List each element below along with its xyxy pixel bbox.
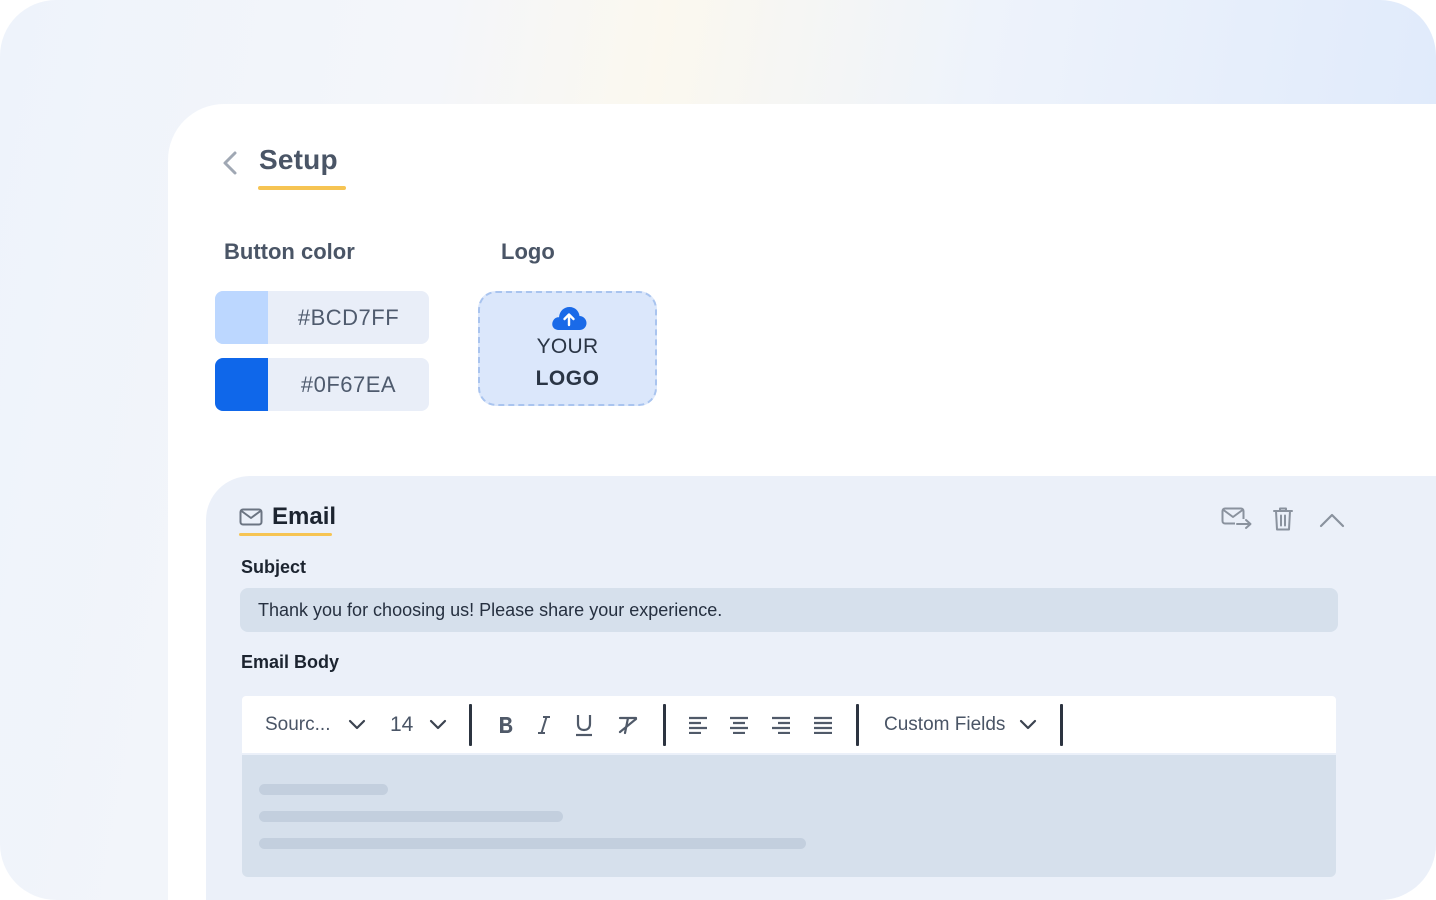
align-justify-icon <box>814 716 832 734</box>
logo-label: Logo <box>501 239 555 264</box>
email-body-editor[interactable] <box>242 755 1336 877</box>
color-preview-primary <box>215 358 268 411</box>
email-card: Email Subject Thank you for choosing us!… <box>206 476 1436 900</box>
logo-upload-dropzone[interactable]: YOUR LOGO <box>478 291 657 406</box>
trash-icon[interactable] <box>1272 506 1294 532</box>
content-placeholder-line <box>259 784 388 795</box>
toolbar-separator <box>469 704 472 746</box>
color-hex-primary: #0F67EA <box>300 371 397 397</box>
italic-icon <box>538 715 550 734</box>
italic-button[interactable] <box>534 696 554 753</box>
email-title: Email <box>272 503 337 530</box>
custom-fields-dropdown[interactable]: Custom Fields <box>884 696 1037 753</box>
cloud-upload-icon <box>552 307 587 330</box>
underline-button[interactable] <box>572 696 596 753</box>
align-left-button[interactable] <box>687 696 709 753</box>
button-color-label: Button color <box>224 239 355 264</box>
logo-placeholder-line1: YOUR <box>536 335 599 358</box>
app-background: Setup Button color #BCD7FF #0F67EA Logo … <box>0 0 1436 900</box>
align-center-icon <box>730 716 748 734</box>
color-swatch-primary[interactable]: #0F67EA <box>215 358 429 411</box>
chevron-down-icon <box>349 719 366 730</box>
email-title-underline <box>239 533 332 536</box>
custom-fields-label: Custom Fields <box>884 713 1006 735</box>
page-title: Setup <box>259 144 338 175</box>
content-placeholder-line <box>259 811 563 822</box>
align-right-icon <box>772 716 790 734</box>
title-underline <box>258 186 346 190</box>
chevron-down-icon <box>1020 719 1037 730</box>
font-family-dropdown[interactable]: Sourc... <box>265 696 366 753</box>
logo-placeholder-line2: LOGO <box>535 367 600 390</box>
envelope-icon <box>239 508 263 526</box>
align-right-button[interactable] <box>770 696 792 753</box>
font-size-dropdown[interactable]: 14 <box>390 696 447 753</box>
subject-input[interactable]: Thank you for choosing us! Please share … <box>240 588 1338 632</box>
chevron-up-icon[interactable] <box>1319 512 1345 528</box>
bold-button[interactable] <box>494 696 518 753</box>
font-family-value: Sourc... <box>265 713 331 735</box>
color-swatch-light[interactable]: #BCD7FF <box>215 291 429 344</box>
underline-icon <box>576 714 592 736</box>
subject-label: Subject <box>241 557 307 577</box>
bold-icon <box>500 716 513 733</box>
align-center-button[interactable] <box>728 696 750 753</box>
align-justify-button[interactable] <box>812 696 834 753</box>
font-size-value: 14 <box>390 712 414 736</box>
chevron-left-icon <box>223 151 237 175</box>
back-button[interactable] <box>220 150 242 176</box>
color-preview-light <box>215 291 268 344</box>
toolbar-separator <box>1060 704 1063 746</box>
align-left-icon <box>689 716 707 734</box>
toolbar-separator <box>663 704 666 746</box>
clear-format-icon <box>618 716 638 734</box>
send-mail-icon[interactable] <box>1221 507 1253 531</box>
email-body-label: Email Body <box>241 652 340 672</box>
clear-format-button[interactable] <box>615 696 641 753</box>
chevron-down-icon <box>430 719 447 730</box>
rich-text-toolbar: Sourc... 14 Custom Fields <box>242 696 1336 753</box>
content-placeholder-line <box>259 838 806 849</box>
toolbar-separator <box>856 704 859 746</box>
color-hex-light: #BCD7FF <box>297 304 400 330</box>
